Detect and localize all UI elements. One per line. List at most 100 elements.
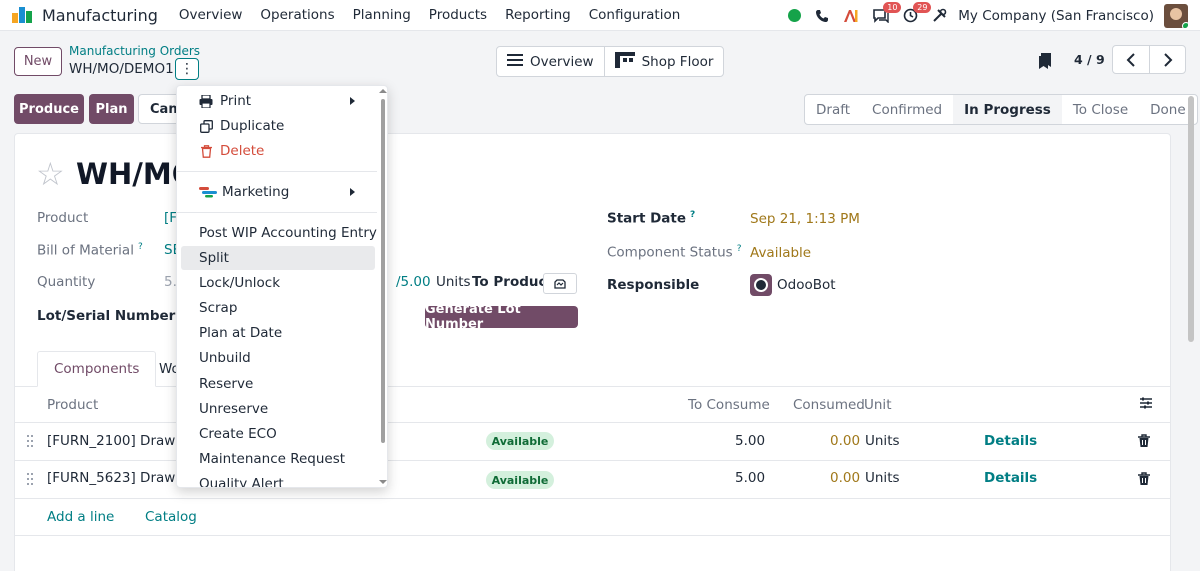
- record-name: WH/MO/DEMO1: [69, 61, 174, 77]
- phone-icon[interactable]: [815, 0, 829, 31]
- shop-floor-button[interactable]: Shop Floor: [603, 47, 724, 76]
- bom-label: Bill of Material?: [37, 242, 143, 259]
- menu-item-reserve[interactable]: Reserve: [177, 372, 377, 396]
- row-details-link[interactable]: Details: [984, 433, 1037, 449]
- start-date-help-icon[interactable]: ?: [690, 210, 695, 220]
- menu-item-create-eco[interactable]: Create ECO: [177, 422, 377, 446]
- stage-confirmed[interactable]: Confirmed: [861, 95, 953, 124]
- component-status-help-icon[interactable]: ?: [737, 244, 742, 254]
- user-avatar[interactable]: [1164, 3, 1188, 28]
- marketing-icon: [199, 186, 217, 198]
- actions-menu-button[interactable]: ⋮: [175, 58, 199, 80]
- ai-assistant-icon[interactable]: [843, 0, 859, 31]
- quantity-input[interactable]: 5.: [164, 274, 177, 290]
- company-switcher[interactable]: My Company (San Francisco): [958, 8, 1154, 24]
- menu-divider: [177, 171, 377, 172]
- col-product[interactable]: Product: [47, 397, 98, 413]
- row-unit[interactable]: Units: [865, 470, 900, 486]
- menu-products[interactable]: Products: [420, 7, 496, 23]
- activity-clock-icon[interactable]: 29: [903, 0, 932, 31]
- produce-qty-icon[interactable]: [543, 273, 577, 294]
- plan-button[interactable]: Plan: [89, 94, 134, 124]
- catalog-link[interactable]: Catalog: [145, 509, 197, 525]
- scroll-up-arrow-icon[interactable]: [379, 89, 387, 93]
- menu-item-scrap-label: Scrap: [199, 300, 238, 316]
- menu-item-unbuild-label: Unbuild: [199, 350, 251, 366]
- menu-item-marketing[interactable]: Marketing: [177, 180, 377, 204]
- menu-item-unreserve[interactable]: Unreserve: [177, 397, 377, 421]
- menu-item-quality-alert[interactable]: Quality Alert: [177, 472, 377, 488]
- status-online-icon[interactable]: [788, 0, 802, 31]
- app-title[interactable]: Manufacturing: [42, 6, 158, 25]
- row-to-consume[interactable]: 5.00: [735, 433, 765, 449]
- menu-item-split[interactable]: Split: [181, 246, 375, 270]
- menu-item-scrap[interactable]: Scrap: [177, 296, 377, 320]
- row-consumed[interactable]: 0.00: [830, 470, 860, 486]
- pager-previous-button[interactable]: [1113, 46, 1149, 73]
- start-date-value[interactable]: Sep 21, 1:13 PM: [750, 211, 860, 227]
- row-consumed[interactable]: 0.00: [830, 433, 860, 449]
- menu-item-delete[interactable]: Delete: [177, 139, 377, 163]
- menu-reporting[interactable]: Reporting: [496, 7, 580, 23]
- menu-operations[interactable]: Operations: [251, 7, 343, 23]
- new-button[interactable]: New: [14, 47, 62, 76]
- manufacturing-app-icon[interactable]: [12, 7, 34, 23]
- col-unit[interactable]: Unit: [864, 397, 891, 413]
- drag-handle-icon[interactable]: [27, 473, 35, 487]
- menu-divider: [177, 212, 377, 213]
- trash-icon: [199, 144, 213, 158]
- status-badge: Available: [486, 471, 554, 489]
- responsible-value[interactable]: OdooBot: [777, 277, 836, 293]
- trash-icon[interactable]: [1138, 434, 1150, 448]
- main-menu: Overview Operations Planning Products Re…: [170, 7, 689, 23]
- menu-item-print[interactable]: Print: [177, 89, 377, 113]
- bookmark-icon[interactable]: [1038, 52, 1052, 70]
- systray: 10 29 My Company (San Francisco): [781, 0, 1188, 31]
- row-to-consume[interactable]: 5.00: [735, 470, 765, 486]
- scroll-down-arrow-icon[interactable]: [379, 480, 387, 484]
- pager-next-button[interactable]: [1149, 46, 1185, 73]
- menu-item-maintenance-request[interactable]: Maintenance Request: [177, 447, 377, 471]
- menu-item-post-wip[interactable]: Post WIP Accounting Entry: [177, 221, 377, 245]
- page-scrollbar[interactable]: [1188, 96, 1194, 342]
- favorite-star-icon[interactable]: ☆: [36, 158, 65, 190]
- menu-item-unbuild[interactable]: Unbuild: [177, 346, 377, 370]
- menu-planning[interactable]: Planning: [344, 7, 420, 23]
- dropdown-scrollbar[interactable]: [381, 99, 385, 443]
- caret-right-icon: [350, 188, 355, 196]
- optional-columns-icon[interactable]: [1139, 396, 1153, 414]
- overview-button[interactable]: Overview: [497, 47, 604, 76]
- messages-icon[interactable]: 10: [873, 0, 902, 31]
- produce-button[interactable]: Produce: [14, 94, 84, 124]
- menu-item-quality-alert-label: Quality Alert: [199, 476, 284, 488]
- breadcrumb-manufacturing-orders[interactable]: Manufacturing Orders: [69, 44, 200, 58]
- menu-item-plan-at-date[interactable]: Plan at Date: [177, 321, 377, 345]
- row-unit[interactable]: Units: [865, 433, 900, 449]
- menu-item-split-label: Split: [199, 250, 229, 266]
- generate-lot-button[interactable]: Generate Lot Number: [425, 302, 578, 332]
- pager-value[interactable]: 4 / 9: [1074, 52, 1105, 67]
- menu-configuration[interactable]: Configuration: [580, 7, 690, 23]
- quantity-label: Quantity: [37, 274, 96, 290]
- stage-draft[interactable]: Draft: [805, 95, 861, 124]
- stage-in-progress[interactable]: In Progress: [953, 95, 1062, 124]
- menu-item-lock-unlock[interactable]: Lock/Unlock: [177, 271, 377, 295]
- drag-handle-icon[interactable]: [27, 435, 35, 449]
- row-product[interactable]: [FURN_2100] Drawer: [47, 433, 189, 449]
- col-consumed[interactable]: Consumed: [793, 397, 865, 413]
- bom-help-icon[interactable]: ?: [138, 242, 143, 252]
- menu-item-create-eco-label: Create ECO: [199, 426, 277, 442]
- col-to-consume[interactable]: To Consume: [688, 397, 770, 413]
- row-details-link[interactable]: Details: [984, 470, 1037, 486]
- tools-icon[interactable]: [932, 0, 947, 31]
- menu-item-duplicate[interactable]: Duplicate: [177, 114, 377, 138]
- duplicate-icon: [199, 119, 213, 133]
- menu-overview[interactable]: Overview: [170, 7, 252, 23]
- status-badge: Available: [486, 432, 554, 450]
- menu-item-unreserve-label: Unreserve: [199, 401, 269, 417]
- stage-to-close[interactable]: To Close: [1062, 95, 1139, 124]
- tab-components[interactable]: Components: [37, 351, 157, 387]
- row-product[interactable]: [FURN_5623] Drawer: [47, 470, 189, 486]
- add-a-line-link[interactable]: Add a line: [47, 509, 114, 525]
- trash-icon[interactable]: [1138, 472, 1150, 486]
